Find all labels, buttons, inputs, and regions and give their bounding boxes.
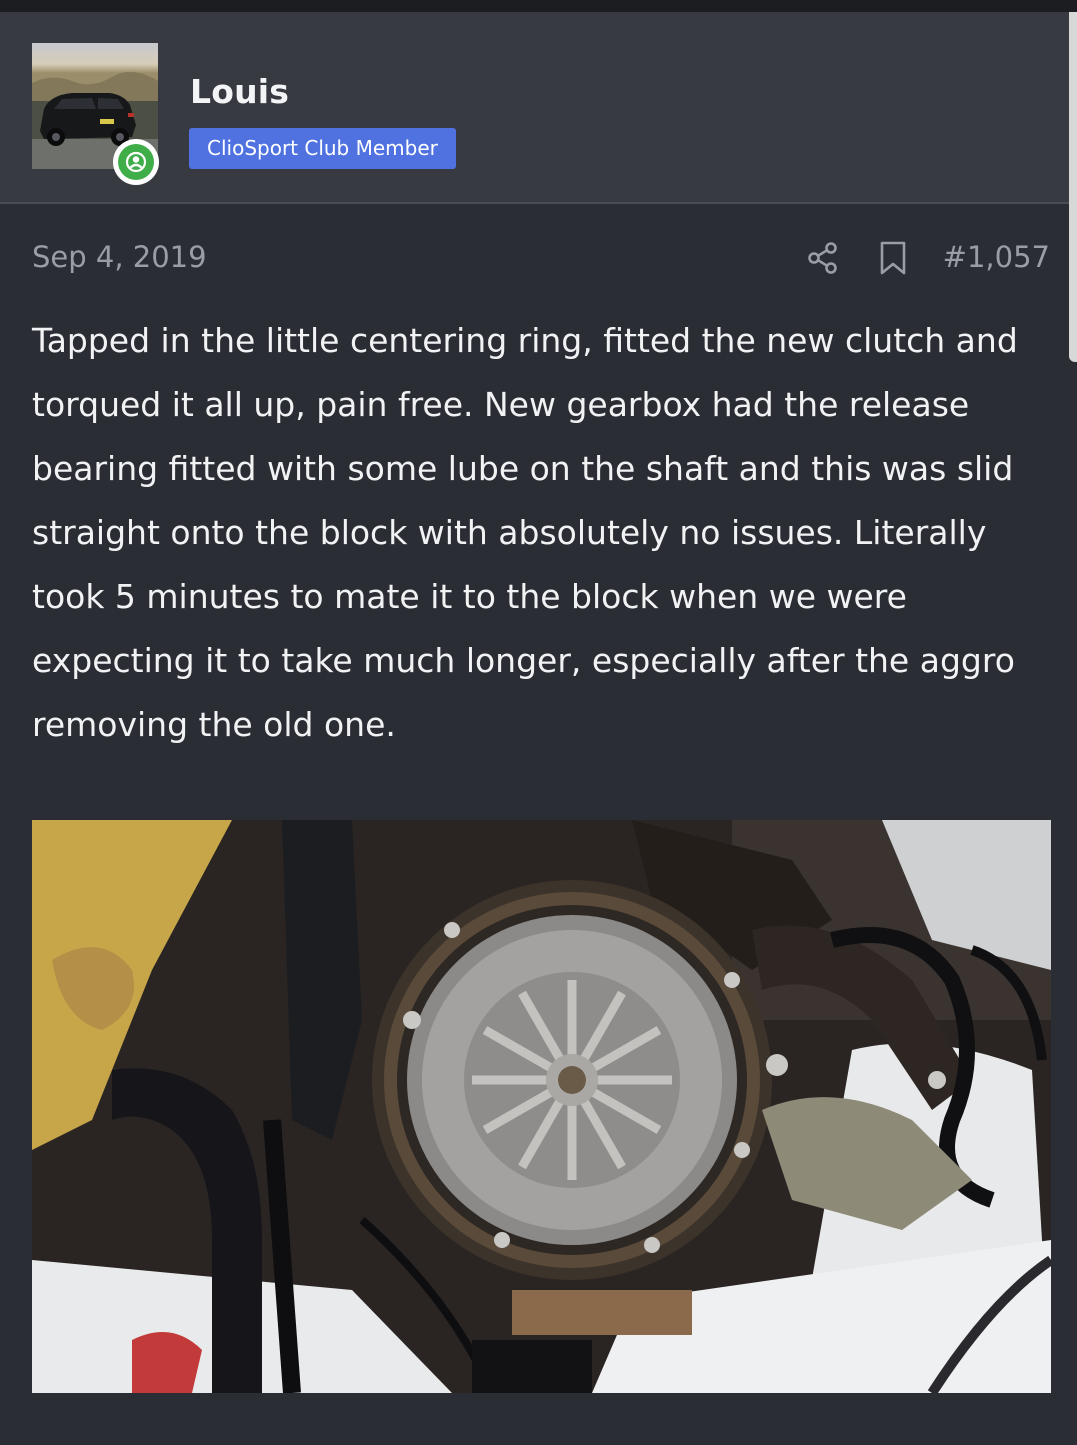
online-status-badge bbox=[113, 139, 159, 185]
bookmark-icon[interactable] bbox=[877, 240, 909, 280]
clutch-photo bbox=[32, 820, 1051, 1393]
post-user-header: Louis ClioSport Club Member bbox=[0, 12, 1069, 204]
user-title-badge: ClioSport Club Member bbox=[189, 128, 456, 169]
post-body-text: Tapped in the little centering ring, fit… bbox=[32, 321, 1018, 744]
user-online-icon bbox=[118, 144, 154, 180]
share-icon[interactable] bbox=[805, 240, 841, 280]
post-number-link[interactable]: #1,057 bbox=[943, 240, 1050, 274]
scrollbar[interactable] bbox=[1069, 12, 1077, 362]
top-bar bbox=[0, 0, 1077, 12]
post-attachment-image[interactable] bbox=[32, 820, 1051, 1393]
username[interactable]: Louis bbox=[190, 72, 289, 111]
post-date[interactable]: Sep 4, 2019 bbox=[32, 240, 207, 274]
